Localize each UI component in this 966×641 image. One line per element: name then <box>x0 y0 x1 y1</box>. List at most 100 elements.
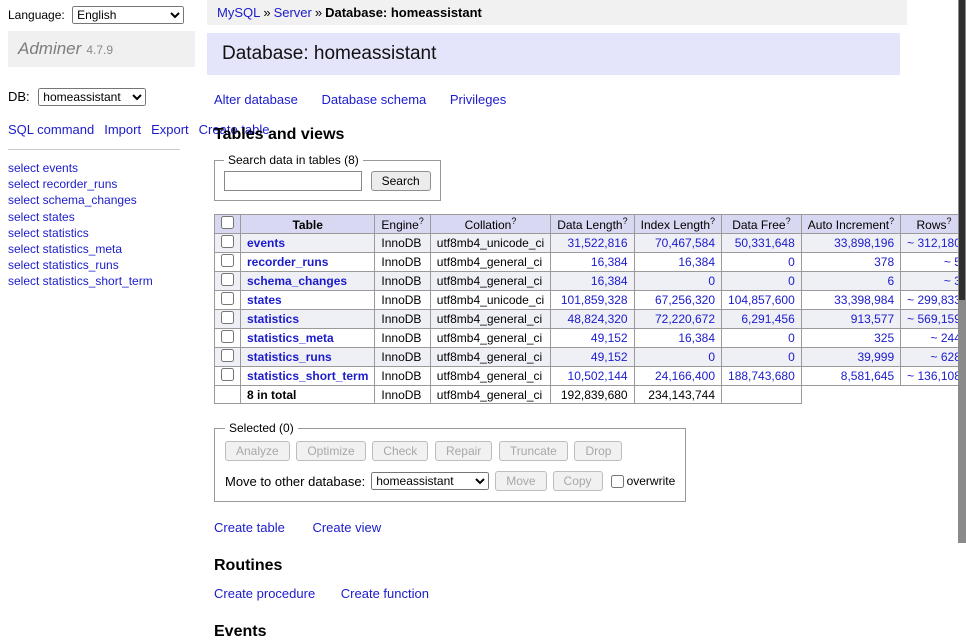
overwrite-checkbox[interactable] <box>611 475 624 488</box>
table-name-link[interactable]: statistics_short_term <box>247 369 368 383</box>
sidebar-table-link-schema-changes[interactable]: select schema_changes <box>8 192 207 208</box>
index-length-link[interactable]: 24,166,400 <box>655 369 715 383</box>
help-icon[interactable]: ? <box>511 216 516 226</box>
data-length-link[interactable]: 16,384 <box>591 274 628 288</box>
data-free-link[interactable]: 50,331,648 <box>735 236 795 250</box>
auto-increment-link[interactable]: 913,577 <box>851 312 894 326</box>
data-free-link[interactable]: 104,857,600 <box>728 293 795 307</box>
help-icon[interactable]: ? <box>419 216 424 226</box>
data-length-link[interactable]: 48,824,320 <box>568 312 628 326</box>
sidebar-table-link-statistics[interactable]: select statistics <box>8 225 207 241</box>
row-checkbox[interactable] <box>221 368 234 381</box>
sidebar-table-link-states[interactable]: select states <box>8 209 207 225</box>
rows-count-link[interactable]: ~ 312,180 <box>907 236 961 250</box>
analyze-button[interactable]: Analyze <box>225 441 290 461</box>
table-name-link[interactable]: statistics_meta <box>247 331 334 345</box>
db-selector-row: DB: homeassistant <box>8 88 207 106</box>
auto-increment-link[interactable]: 378 <box>874 255 894 269</box>
sidebar-table-link-recorder-runs[interactable]: select recorder_runs <box>8 176 207 192</box>
truncate-button[interactable]: Truncate <box>499 441 568 461</box>
search-input[interactable] <box>224 171 362 191</box>
row-checkbox[interactable] <box>221 330 234 343</box>
repair-button[interactable]: Repair <box>435 441 492 461</box>
table-name-link[interactable]: events <box>247 236 285 250</box>
create-procedure-link[interactable]: Create procedure <box>214 586 315 601</box>
rows-count-link[interactable]: ~ 244 <box>931 331 961 345</box>
data-length-link[interactable]: 101,859,328 <box>561 293 628 307</box>
rows-count-link[interactable]: ~ 136,108 <box>907 369 961 383</box>
help-icon[interactable]: ? <box>623 216 628 226</box>
auto-increment-link[interactable]: 39,999 <box>857 350 894 364</box>
index-length-link[interactable]: 70,467,584 <box>655 236 715 250</box>
data-length-link[interactable]: 49,152 <box>591 331 628 345</box>
sidebar-table-link-statistics-meta[interactable]: select statistics_meta <box>8 241 207 257</box>
rows-count-link[interactable]: ~ 628 <box>931 350 961 364</box>
row-checkbox[interactable] <box>221 349 234 362</box>
index-length-link[interactable]: 67,256,320 <box>655 293 715 307</box>
data-length-link[interactable]: 31,522,816 <box>568 236 628 250</box>
search-button[interactable]: Search <box>371 171 431 191</box>
table-name-link[interactable]: statistics <box>247 312 299 326</box>
index-length-link[interactable]: 72,220,672 <box>655 312 715 326</box>
database-schema-link[interactable]: Database schema <box>321 92 426 107</box>
data-free-link[interactable]: 0 <box>788 274 795 288</box>
row-checkbox[interactable] <box>221 235 234 248</box>
auto-increment-link[interactable]: 325 <box>874 331 894 345</box>
row-checkbox[interactable] <box>221 273 234 286</box>
db-select[interactable]: homeassistant <box>38 88 146 106</box>
select-all-checkbox[interactable] <box>221 216 234 229</box>
move-database-select[interactable]: homeassistant <box>371 472 489 490</box>
help-icon[interactable]: ? <box>786 216 791 226</box>
row-checkbox[interactable] <box>221 292 234 305</box>
index-length-link[interactable]: 0 <box>708 274 715 288</box>
auto-increment-link[interactable]: 6 <box>887 274 894 288</box>
sidebar-table-link-events[interactable]: select events <box>8 160 207 176</box>
optimize-button[interactable]: Optimize <box>296 441 365 461</box>
data-free-link[interactable]: 0 <box>788 350 795 364</box>
vertical-scrollbar[interactable] <box>958 0 966 543</box>
help-icon[interactable]: ? <box>710 216 715 226</box>
rows-count-link[interactable]: ~ 299,833 <box>907 293 961 307</box>
index-length-link[interactable]: 16,384 <box>678 331 715 345</box>
privileges-link[interactable]: Privileges <box>450 92 506 107</box>
table-name-link[interactable]: recorder_runs <box>247 255 328 269</box>
index-length-link[interactable]: 0 <box>708 350 715 364</box>
create-function-link[interactable]: Create function <box>341 586 429 601</box>
help-icon[interactable]: ? <box>889 216 894 226</box>
scrollbar-thumb[interactable] <box>959 0 965 300</box>
create-table-link-main[interactable]: Create table <box>214 520 285 535</box>
table-name-link[interactable]: schema_changes <box>247 274 347 288</box>
drop-button[interactable]: Drop <box>574 441 622 461</box>
auto-increment-link[interactable]: 33,398,984 <box>834 293 894 307</box>
row-checkbox[interactable] <box>221 254 234 267</box>
copy-button[interactable]: Copy <box>553 471 603 491</box>
move-button[interactable]: Move <box>495 471 546 491</box>
table-name-link[interactable]: statistics_runs <box>247 350 332 364</box>
help-icon[interactable]: ? <box>947 216 952 226</box>
breadcrumb-server-link[interactable]: Server <box>274 5 312 20</box>
data-free-link[interactable]: 188,743,680 <box>728 369 795 383</box>
sidebar-table-link-statistics-runs[interactable]: select statistics_runs <box>8 257 207 273</box>
alter-database-link[interactable]: Alter database <box>214 92 298 107</box>
adminer-logo[interactable]: Adminer <box>18 39 81 58</box>
create-view-link[interactable]: Create view <box>312 520 381 535</box>
auto-increment-link[interactable]: 33,898,196 <box>834 236 894 250</box>
index-length-link[interactable]: 16,384 <box>678 255 715 269</box>
import-link[interactable]: Import <box>104 122 141 137</box>
table-name-link[interactable]: states <box>247 293 282 307</box>
breadcrumb-mysql-link[interactable]: MySQL <box>217 5 260 20</box>
export-link[interactable]: Export <box>151 122 189 137</box>
data-length-link[interactable]: 49,152 <box>591 350 628 364</box>
row-checkbox[interactable] <box>221 311 234 324</box>
data-free-link[interactable]: 6,291,456 <box>741 312 794 326</box>
check-button[interactable]: Check <box>372 441 428 461</box>
rows-count-link[interactable]: ~ 569,159 <box>907 312 961 326</box>
auto-increment-link[interactable]: 8,581,645 <box>841 369 894 383</box>
data-length-link[interactable]: 10,502,144 <box>568 369 628 383</box>
data-free-link[interactable]: 0 <box>788 331 795 345</box>
language-select[interactable]: English <box>72 6 184 24</box>
data-length-link[interactable]: 16,384 <box>591 255 628 269</box>
data-free-link[interactable]: 0 <box>788 255 795 269</box>
sql-command-link[interactable]: SQL command <box>8 122 94 137</box>
sidebar-table-link-statistics-short-term[interactable]: select statistics_short_term <box>8 273 207 289</box>
